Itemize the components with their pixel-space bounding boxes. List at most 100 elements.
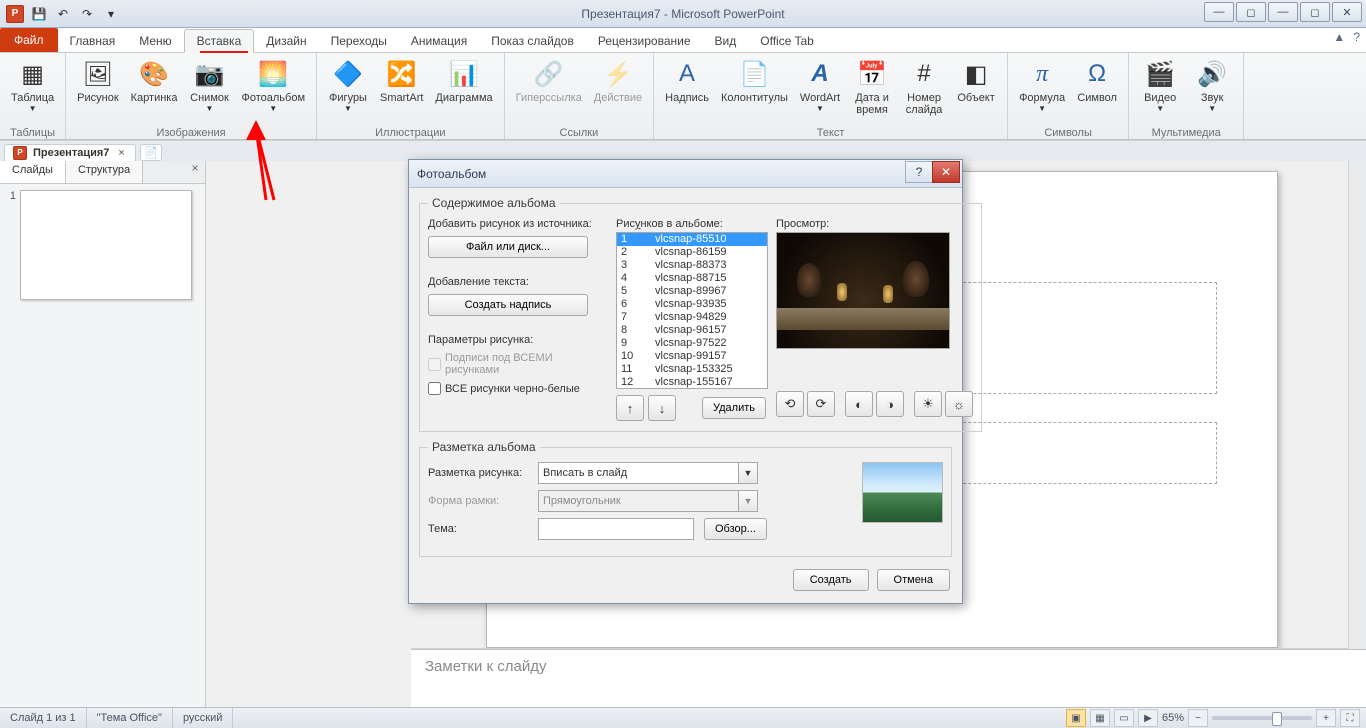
view-slideshow[interactable]: ▶ xyxy=(1138,709,1158,727)
status-language[interactable]: русский xyxy=(173,708,233,728)
qat-customize[interactable]: ▾ xyxy=(100,3,122,25)
tab-outline[interactable]: Структура xyxy=(66,161,143,183)
zoom-slider[interactable] xyxy=(1212,716,1312,720)
help-icon[interactable]: ? xyxy=(1353,30,1360,44)
group-label: Ссылки xyxy=(560,127,599,141)
btn-slidenumber[interactable]: #Номер слайда xyxy=(899,55,949,127)
tab-insert[interactable]: Вставка xyxy=(184,29,255,53)
btn-picture[interactable]: 🖼Рисунок xyxy=(72,55,124,127)
list-item[interactable]: 1vlcsnap-85510 xyxy=(617,233,767,246)
btn-create[interactable]: Создать xyxy=(793,569,869,591)
panel-close[interactable]: × xyxy=(185,161,205,183)
list-item[interactable]: 4vlcsnap-88715 xyxy=(617,272,767,285)
list-item[interactable]: 10vlcsnap-99157 xyxy=(617,350,767,363)
list-item[interactable]: 9vlcsnap-97522 xyxy=(617,337,767,350)
tab-view[interactable]: Вид xyxy=(703,30,749,52)
btn-contrast-up[interactable]: ◐ xyxy=(845,391,873,417)
btn-textbox[interactable]: AНадпись xyxy=(660,55,714,127)
view-reading[interactable]: ▭ xyxy=(1114,709,1134,727)
list-item[interactable]: 3vlcsnap-88373 xyxy=(617,259,767,272)
list-item[interactable]: 11vlcsnap-153325 xyxy=(617,363,767,376)
list-item[interactable]: 8vlcsnap-96157 xyxy=(617,324,767,337)
btn-video[interactable]: 🎬Видео▼ xyxy=(1135,55,1185,127)
tab-menu[interactable]: Меню xyxy=(127,30,183,52)
chk-all-bw[interactable]: ВСЕ рисунки черно-белые xyxy=(428,382,606,395)
btn-smartart[interactable]: 🔀SmartArt xyxy=(375,55,428,127)
view-normal[interactable]: ▣ xyxy=(1066,709,1086,727)
btn-move-up[interactable]: ↑ xyxy=(616,395,644,421)
ribbon-collapse-icon[interactable]: ▲ xyxy=(1333,30,1345,44)
win-close[interactable]: ✕ xyxy=(1332,2,1362,22)
input-theme[interactable] xyxy=(538,518,694,540)
btn-clipart[interactable]: 🎨Картинка xyxy=(126,55,183,127)
view-sorter[interactable]: ▦ xyxy=(1090,709,1110,727)
dialog-help[interactable]: ? xyxy=(905,161,933,183)
zoom-value[interactable]: 65% xyxy=(1162,712,1184,724)
btn-rotate-left[interactable]: ⟲ xyxy=(776,391,804,417)
btn-browse[interactable]: Обзор... xyxy=(704,518,767,540)
combo-pic-layout[interactable]: Вписать в слайд▼ xyxy=(538,462,758,484)
equation-icon: π xyxy=(1026,58,1058,90)
thumbnails[interactable]: 1 xyxy=(0,184,205,708)
btn-screenshot[interactable]: 📷Снимок▼ xyxy=(184,55,234,127)
qat-save[interactable]: 💾 xyxy=(28,3,50,25)
btn-shapes[interactable]: 🔷Фигуры▼ xyxy=(323,55,373,127)
btn-new-caption[interactable]: Создать надпись xyxy=(428,294,588,316)
btn-audio[interactable]: 🔊Звук▼ xyxy=(1187,55,1237,127)
btn-brightness-up[interactable]: ☀ xyxy=(914,391,942,417)
new-doc-tab[interactable]: 📄 xyxy=(140,144,162,161)
dialog-titlebar[interactable]: Фотоальбом ? ✕ xyxy=(409,160,962,188)
tab-transitions[interactable]: Переходы xyxy=(319,30,399,52)
btn-contrast-down[interactable]: ◑ xyxy=(876,391,904,417)
zoom-in[interactable]: + xyxy=(1316,709,1336,727)
document-tab[interactable]: P Презентация7 × xyxy=(4,144,136,162)
tab-animations[interactable]: Анимация xyxy=(399,30,479,52)
notes-pane[interactable]: Заметки к слайду xyxy=(411,649,1366,708)
tab-file[interactable]: Файл xyxy=(0,28,58,52)
doc-restore[interactable]: ◻ xyxy=(1236,2,1266,22)
list-item[interactable]: 2vlcsnap-86159 xyxy=(617,246,767,259)
btn-headerfooter[interactable]: 📄Колонтитулы xyxy=(716,55,793,127)
list-item[interactable]: 12vlcsnap-155167 xyxy=(617,376,767,389)
doc-close[interactable]: × xyxy=(115,147,127,159)
zoom-out[interactable]: − xyxy=(1188,709,1208,727)
qat-undo[interactable]: ↶ xyxy=(52,3,74,25)
dialog-close[interactable]: ✕ xyxy=(932,161,960,183)
win-minimize[interactable]: — xyxy=(1268,2,1298,22)
thumbnail[interactable] xyxy=(20,190,192,300)
list-item[interactable]: 5vlcsnap-89967 xyxy=(617,285,767,298)
btn-symbol[interactable]: ΩСимвол xyxy=(1072,55,1122,127)
scrollbar-vertical[interactable] xyxy=(1348,161,1366,666)
thumb-item[interactable]: 1 xyxy=(6,190,199,300)
btn-cancel[interactable]: Отмена xyxy=(877,569,950,591)
tab-slides[interactable]: Слайды xyxy=(0,161,66,183)
btn-chart[interactable]: 📊Диаграмма xyxy=(430,55,497,127)
btn-object[interactable]: ◧Объект xyxy=(951,55,1001,127)
btn-wordart[interactable]: AWordArt▼ xyxy=(795,55,845,127)
win-maximize[interactable]: ◻ xyxy=(1300,2,1330,22)
list-item[interactable]: 6vlcsnap-93935 xyxy=(617,298,767,311)
btn-remove[interactable]: Удалить xyxy=(702,397,766,419)
btn-equation[interactable]: πФормула▼ xyxy=(1014,55,1070,127)
tab-home[interactable]: Главная xyxy=(58,30,128,52)
chevron-down-icon[interactable]: ▼ xyxy=(738,463,757,483)
btn-datetime[interactable]: 📅Дата и время xyxy=(847,55,897,127)
btn-move-down[interactable]: ↓ xyxy=(648,395,676,421)
tab-review[interactable]: Рецензирование xyxy=(586,30,703,52)
status-slide[interactable]: Слайд 1 из 1 xyxy=(0,708,87,728)
zoom-fit[interactable]: ⛶ xyxy=(1340,709,1360,727)
pictures-listbox[interactable]: 1vlcsnap-855102vlcsnap-861593vlcsnap-883… xyxy=(616,232,768,389)
btn-rotate-right[interactable]: ⟳ xyxy=(807,391,835,417)
btn-photoalbum[interactable]: 🌅Фотоальбом▼ xyxy=(236,55,310,127)
tab-officetab[interactable]: Office Tab xyxy=(748,30,826,52)
btn-table[interactable]: ▦Таблица▼ xyxy=(6,55,59,127)
btn-brightness-down[interactable]: ☼ xyxy=(945,391,973,417)
list-item[interactable]: 7vlcsnap-94829 xyxy=(617,311,767,324)
status-theme[interactable]: "Тема Office" xyxy=(87,708,173,728)
doc-minimize[interactable]: — xyxy=(1204,2,1234,22)
qat-redo[interactable]: ↷ xyxy=(76,3,98,25)
tab-slideshow[interactable]: Показ слайдов xyxy=(479,30,586,52)
btn-file-disk[interactable]: Файл или диск... xyxy=(428,236,588,258)
tab-design[interactable]: Дизайн xyxy=(254,30,318,52)
app-icon[interactable]: P xyxy=(4,3,26,25)
